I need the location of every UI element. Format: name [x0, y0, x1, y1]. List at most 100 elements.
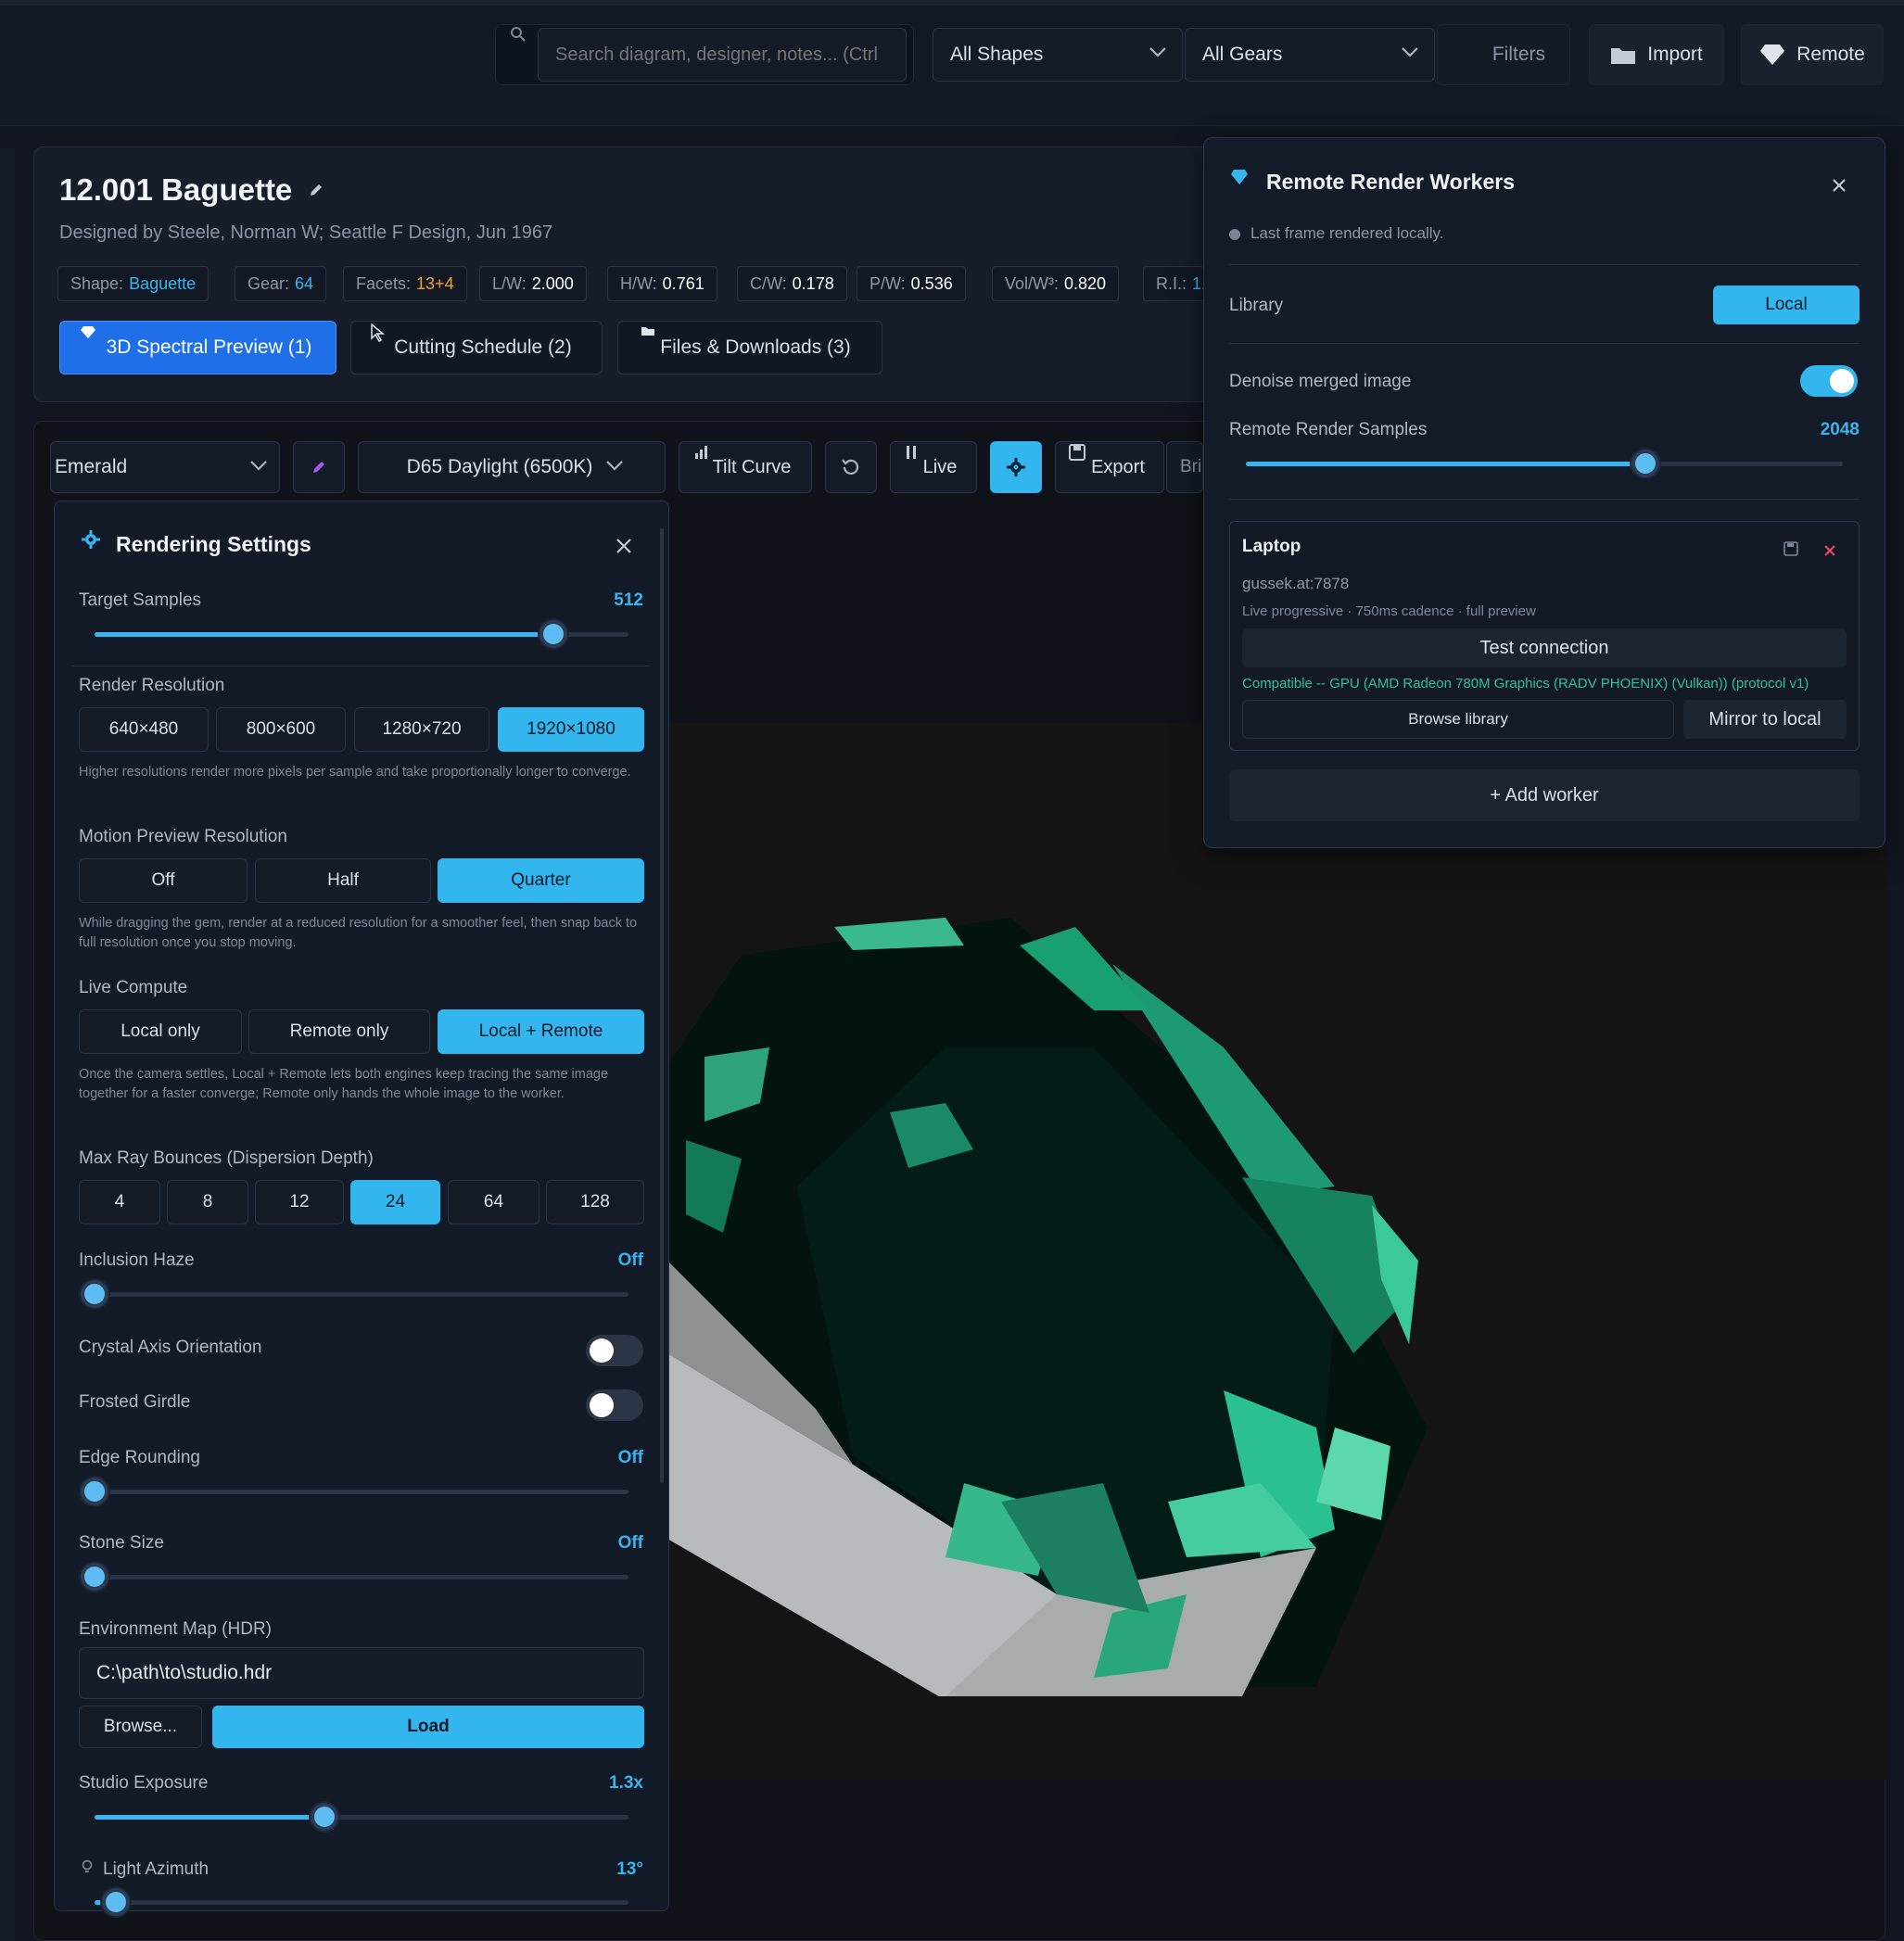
left-edge-bar [0, 148, 15, 1941]
stat-chip: Shape: Baguette [57, 266, 209, 301]
ray-bounces-option-label: 4 [114, 1192, 125, 1212]
search-input[interactable] [538, 28, 907, 82]
tab-cutting-schedule[interactable]: Cutting Schedule (2) [350, 321, 603, 374]
resolution-option[interactable]: 1920×1080 [498, 707, 644, 752]
resolution-option[interactable]: 1280×720 [354, 707, 489, 752]
studio-exposure-label: Studio Exposure [79, 1773, 209, 1793]
remote-samples-slider[interactable] [1246, 450, 1843, 477]
ray-bounces-option[interactable]: 8 [167, 1180, 248, 1224]
folder-icon [641, 325, 655, 336]
toggle-knob [1830, 369, 1854, 393]
reset-view-button[interactable] [825, 441, 877, 493]
tilt-curve-button[interactable]: Tilt Curve [679, 441, 812, 493]
slider-knob[interactable] [81, 1478, 108, 1505]
illuminant-select[interactable]: D65 Daylight (6500K) [358, 441, 666, 493]
studio-exposure-slider[interactable] [95, 1803, 628, 1831]
motion-resolution-option[interactable]: Half [255, 858, 431, 903]
light-azimuth-slider[interactable] [95, 1888, 628, 1916]
mirror-to-local-button[interactable]: Mirror to local [1683, 700, 1847, 739]
resolution-hint: Higher resolutions render more pixels pe… [79, 765, 631, 780]
brightness-button[interactable]: Bri [1166, 441, 1203, 493]
stat-key: C/W: [750, 273, 787, 293]
delete-worker-icon[interactable] [1821, 541, 1839, 560]
render-settings-button[interactable] [990, 441, 1042, 493]
import-button[interactable]: Import [1589, 24, 1724, 85]
ray-bounces-option[interactable]: 64 [448, 1180, 539, 1224]
ray-bounces-option[interactable]: 12 [255, 1180, 344, 1224]
library-button-label: Local [1765, 295, 1808, 314]
denoise-toggle[interactable] [1800, 365, 1858, 397]
tab-label: 3D Spectral Preview (1) [106, 336, 312, 358]
shapes-select[interactable]: All Shapes [933, 28, 1183, 82]
stat-key: Vol/W³: [1005, 273, 1060, 293]
target-samples-slider[interactable] [95, 620, 628, 648]
slider-knob[interactable] [102, 1888, 131, 1916]
remote-button[interactable]: Remote [1741, 24, 1884, 85]
test-connection-button[interactable]: Test connection [1242, 628, 1847, 667]
live-compute-option[interactable]: Local only [79, 1009, 242, 1054]
load-hdr-button[interactable]: Load [212, 1706, 644, 1748]
stat-value: 2.000 [531, 273, 574, 293]
panel-title: Rendering Settings [116, 532, 311, 556]
library-local-button[interactable]: Local [1713, 285, 1860, 324]
stone-size-slider[interactable] [81, 1563, 628, 1591]
slider-knob[interactable] [310, 1803, 338, 1831]
material-edit-button[interactable] [293, 441, 345, 493]
stat-value: 0.178 [792, 273, 834, 293]
material-select[interactable]: Emerald [50, 441, 280, 493]
motion-preview-label: Motion Preview Resolution [79, 827, 287, 846]
live-compute-label: Live Compute [79, 978, 188, 997]
live-compute-option[interactable]: Remote only [248, 1009, 430, 1054]
ray-bounces-option[interactable]: 128 [546, 1180, 644, 1224]
ray-bounces-option[interactable]: 4 [79, 1180, 160, 1224]
edit-pencil-icon [311, 459, 327, 476]
diamond-icon [81, 325, 95, 338]
live-button[interactable]: Live [890, 441, 977, 493]
environment-map-input[interactable] [79, 1647, 644, 1699]
divider [1229, 499, 1860, 500]
slider-knob[interactable] [81, 1563, 108, 1591]
inclusion-haze-slider[interactable] [81, 1280, 628, 1308]
frosted-girdle-toggle[interactable] [586, 1389, 643, 1421]
add-worker-button[interactable]: + Add worker [1229, 769, 1860, 821]
stat-chip: C/W: 0.178 [737, 266, 847, 301]
light-bulb-icon [80, 1858, 95, 1876]
export-button[interactable]: Export [1055, 441, 1164, 493]
resolution-option[interactable]: 640×480 [79, 707, 209, 752]
save-icon [1069, 444, 1085, 461]
panel-scrollbar[interactable] [660, 528, 664, 1483]
resolution-option-label: 1280×720 [382, 719, 462, 739]
filters-button[interactable]: Filters [1437, 24, 1570, 85]
toggle-knob [590, 1393, 614, 1417]
light-azimuth-value: 13° [616, 1859, 643, 1879]
edit-pencil-icon[interactable] [306, 180, 326, 200]
motion-resolution-option[interactable]: Quarter [438, 858, 644, 903]
tab-3d-spectral-preview[interactable]: 3D Spectral Preview (1) [59, 321, 336, 374]
gears-select[interactable]: All Gears [1185, 28, 1435, 82]
environment-map-label: Environment Map (HDR) [79, 1619, 272, 1639]
render-status-text: Last frame rendered locally. [1250, 224, 1444, 242]
browse-library-button[interactable]: Browse library [1242, 700, 1674, 739]
live-compute-option[interactable]: Local + Remote [438, 1009, 644, 1054]
chevron-down-icon [1401, 45, 1419, 58]
save-icon[interactable] [1782, 539, 1800, 558]
stat-chip: H/W: 0.761 [607, 266, 717, 301]
resolution-option[interactable]: 800×600 [216, 707, 346, 752]
remote-samples-label: Remote Render Samples [1229, 420, 1428, 439]
crystal-axis-toggle[interactable] [586, 1335, 643, 1366]
close-icon[interactable] [1828, 174, 1850, 197]
tab-files-downloads[interactable]: Files & Downloads (3) [617, 321, 882, 374]
motion-resolution-option[interactable]: Off [79, 858, 248, 903]
cursor-icon [370, 324, 387, 342]
ray-bounces-option[interactable]: 24 [350, 1180, 440, 1224]
stone-size-label: Stone Size [79, 1533, 164, 1553]
slider-knob[interactable] [81, 1280, 108, 1308]
live-compute-option-label: Local only [121, 1021, 200, 1041]
live-label: Live [922, 456, 958, 477]
edge-rounding-slider[interactable] [81, 1478, 628, 1505]
browse-hdr-button[interactable]: Browse... [79, 1706, 202, 1748]
crystal-axis-label: Crystal Axis Orientation [79, 1338, 262, 1357]
close-icon[interactable] [612, 534, 636, 558]
tab-label: Files & Downloads (3) [660, 336, 851, 358]
gem-render[interactable] [667, 908, 1446, 1696]
